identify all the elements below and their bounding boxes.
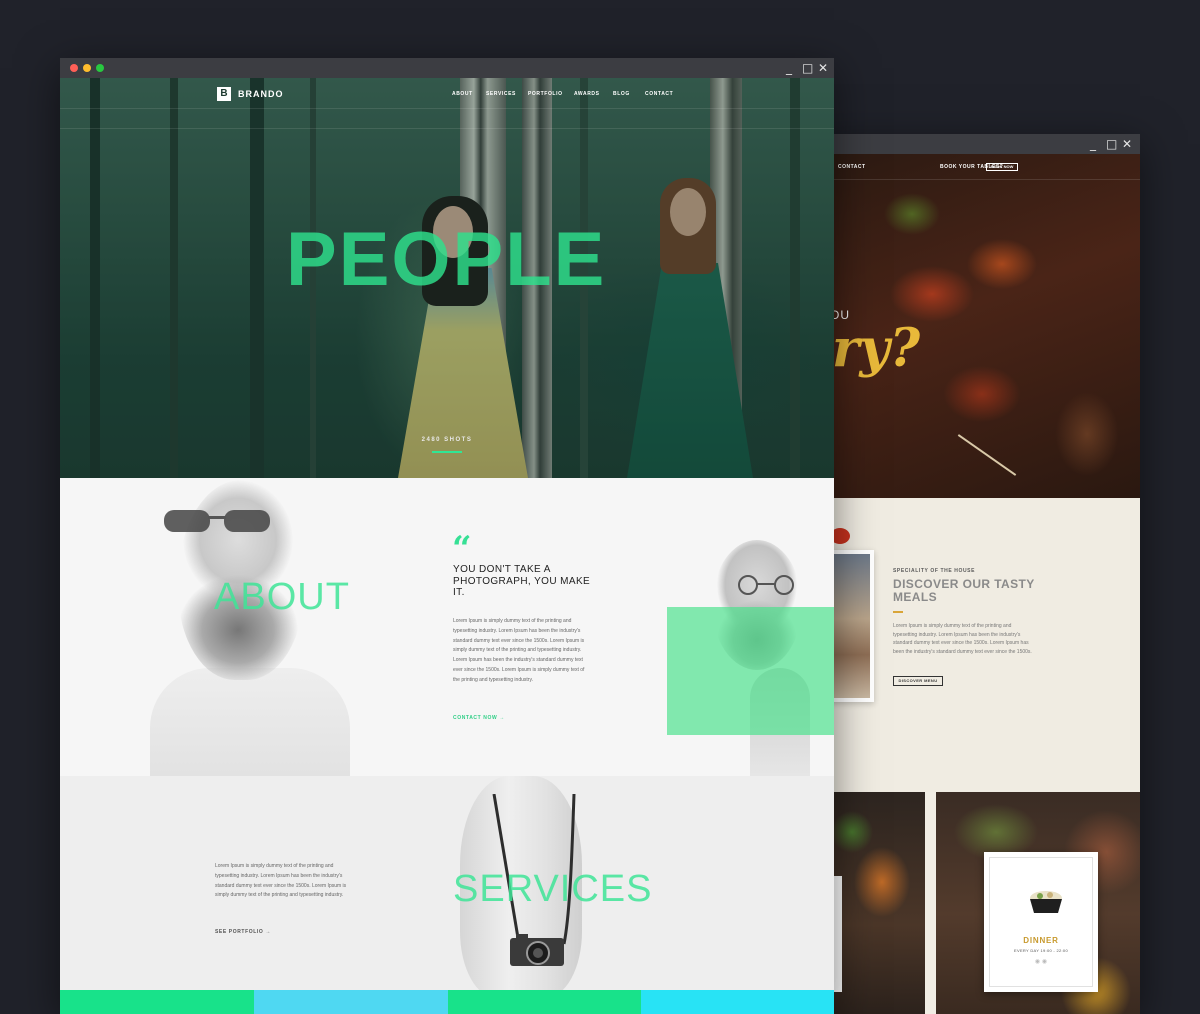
dinner-dots: ◉ ◉ [1034, 959, 1048, 965]
nav-underline [60, 108, 834, 109]
restaurant-nav: CONTACT BOOK YOUR TABLES? BOOK NOW [812, 154, 1140, 180]
services-title: SERVICES [453, 868, 653, 910]
restaurant-about-section: SPECIALITY OF THE HOUSE DISCOVER OUR TAS… [812, 498, 1140, 792]
about-section: ABOUT “ YOU DON'T TAKE A PHOTOGRAPH, YOU… [60, 478, 834, 776]
window-titlebar[interactable]: _ □ ✕ [812, 134, 1140, 154]
section-kicker: SPECIALITY OF THE HOUSE [893, 568, 976, 574]
maximize-icon[interactable]: □ [1106, 136, 1117, 152]
section-heading: DISCOVER OUR TASTY MEALS [893, 577, 1035, 604]
brand-name[interactable]: BRANDO [238, 89, 284, 99]
bearded-man-shirt [150, 668, 350, 776]
minimize-dot-icon[interactable] [83, 64, 91, 72]
dinner-card[interactable]: DINNER EVERY DAY 19:00 - 22:00 ◉ ◉ [984, 852, 1098, 992]
heading-rule [893, 611, 903, 613]
about-quote: YOU DON'T TAKE A PHOTOGRAPH, YOU MAKE IT… [453, 564, 591, 598]
color-strip [641, 990, 834, 1014]
about-paragraph: Lorem Ipsum is simply dummy text of the … [453, 618, 585, 683]
brand-logo[interactable]: B [217, 87, 231, 101]
services-paragraph: Lorem Ipsum is simply dummy text of the … [215, 863, 347, 899]
sunglasses-graphic [164, 510, 270, 532]
nav-about[interactable]: ABOUT [452, 91, 473, 97]
hero-section: B BRANDO ABOUT SERVICES PORTFOLIO AWARDS… [60, 78, 834, 478]
minimize-icon[interactable]: _ [1090, 136, 1096, 152]
contact-now-link[interactable]: CONTACT NOW → [453, 715, 505, 721]
bowl-icon [1030, 891, 1062, 913]
close-icon[interactable]: ✕ [818, 60, 828, 76]
nav-blog[interactable]: BLOG [613, 91, 630, 97]
nav-services[interactable]: SERVICES [486, 91, 516, 97]
dinner-title: DINNER [1023, 936, 1059, 945]
nav-awards[interactable]: AWARDS [574, 91, 600, 97]
nav-portfolio[interactable]: PORTFOLIO [528, 91, 563, 97]
camera-icon [510, 934, 564, 966]
hero-count-underline [432, 451, 462, 453]
dinner-time: EVERY DAY 19:00 - 22:00 [1014, 948, 1068, 953]
nav-contact[interactable]: CONTACT [645, 91, 673, 97]
skewer-graphic [957, 434, 1017, 476]
services-section: Lorem Ipsum is simply dummy text of the … [60, 776, 834, 1014]
maximize-icon[interactable]: □ [802, 60, 813, 76]
menu-tile-dinner[interactable]: DINNER EVERY DAY 19:00 - 22:00 ◉ ◉ [936, 792, 1140, 1014]
color-strip [60, 990, 254, 1014]
hero-title: PEOPLE [286, 217, 607, 302]
nav-contact[interactable]: CONTACT [838, 164, 866, 170]
dinner-card-frame: DINNER EVERY DAY 19:00 - 22:00 ◉ ◉ [989, 857, 1093, 987]
about-accent-box [667, 607, 834, 735]
glasses-graphic [738, 575, 794, 595]
section-paragraph: Lorem Ipsum is simply dummy text of the … [893, 623, 1032, 655]
zoom-dot-icon[interactable] [96, 64, 104, 72]
discover-menu-button[interactable]: DISCOVER MENU [893, 676, 943, 686]
book-now-button[interactable]: BOOK NOW [986, 163, 1018, 171]
window-titlebar[interactable]: _ □ ✕ [60, 58, 834, 78]
dish-photo [830, 554, 870, 698]
minimize-icon[interactable]: _ [786, 60, 792, 76]
close-icon[interactable]: ✕ [1122, 136, 1132, 152]
about-title: ABOUT [214, 576, 350, 618]
color-strip [448, 990, 641, 1014]
see-portfolio-link[interactable]: SEE PORTFOLIO → [215, 929, 271, 935]
nav-divider [60, 128, 834, 129]
hero-script-text: ry? [832, 318, 921, 379]
food-hero-image: OU ry? [812, 154, 1140, 498]
hero-shot-count: 2480 SHOTS [421, 437, 473, 443]
close-dot-icon[interactable] [70, 64, 78, 72]
brando-window: B BRANDO ABOUT SERVICES PORTFOLIO AWARDS… [60, 58, 834, 1014]
restaurant-window: OU ry? CONTACT BOOK YOUR TABLES? BOOK NO… [812, 134, 1140, 1014]
quote-icon: “ [452, 529, 472, 569]
color-strip [254, 990, 448, 1014]
